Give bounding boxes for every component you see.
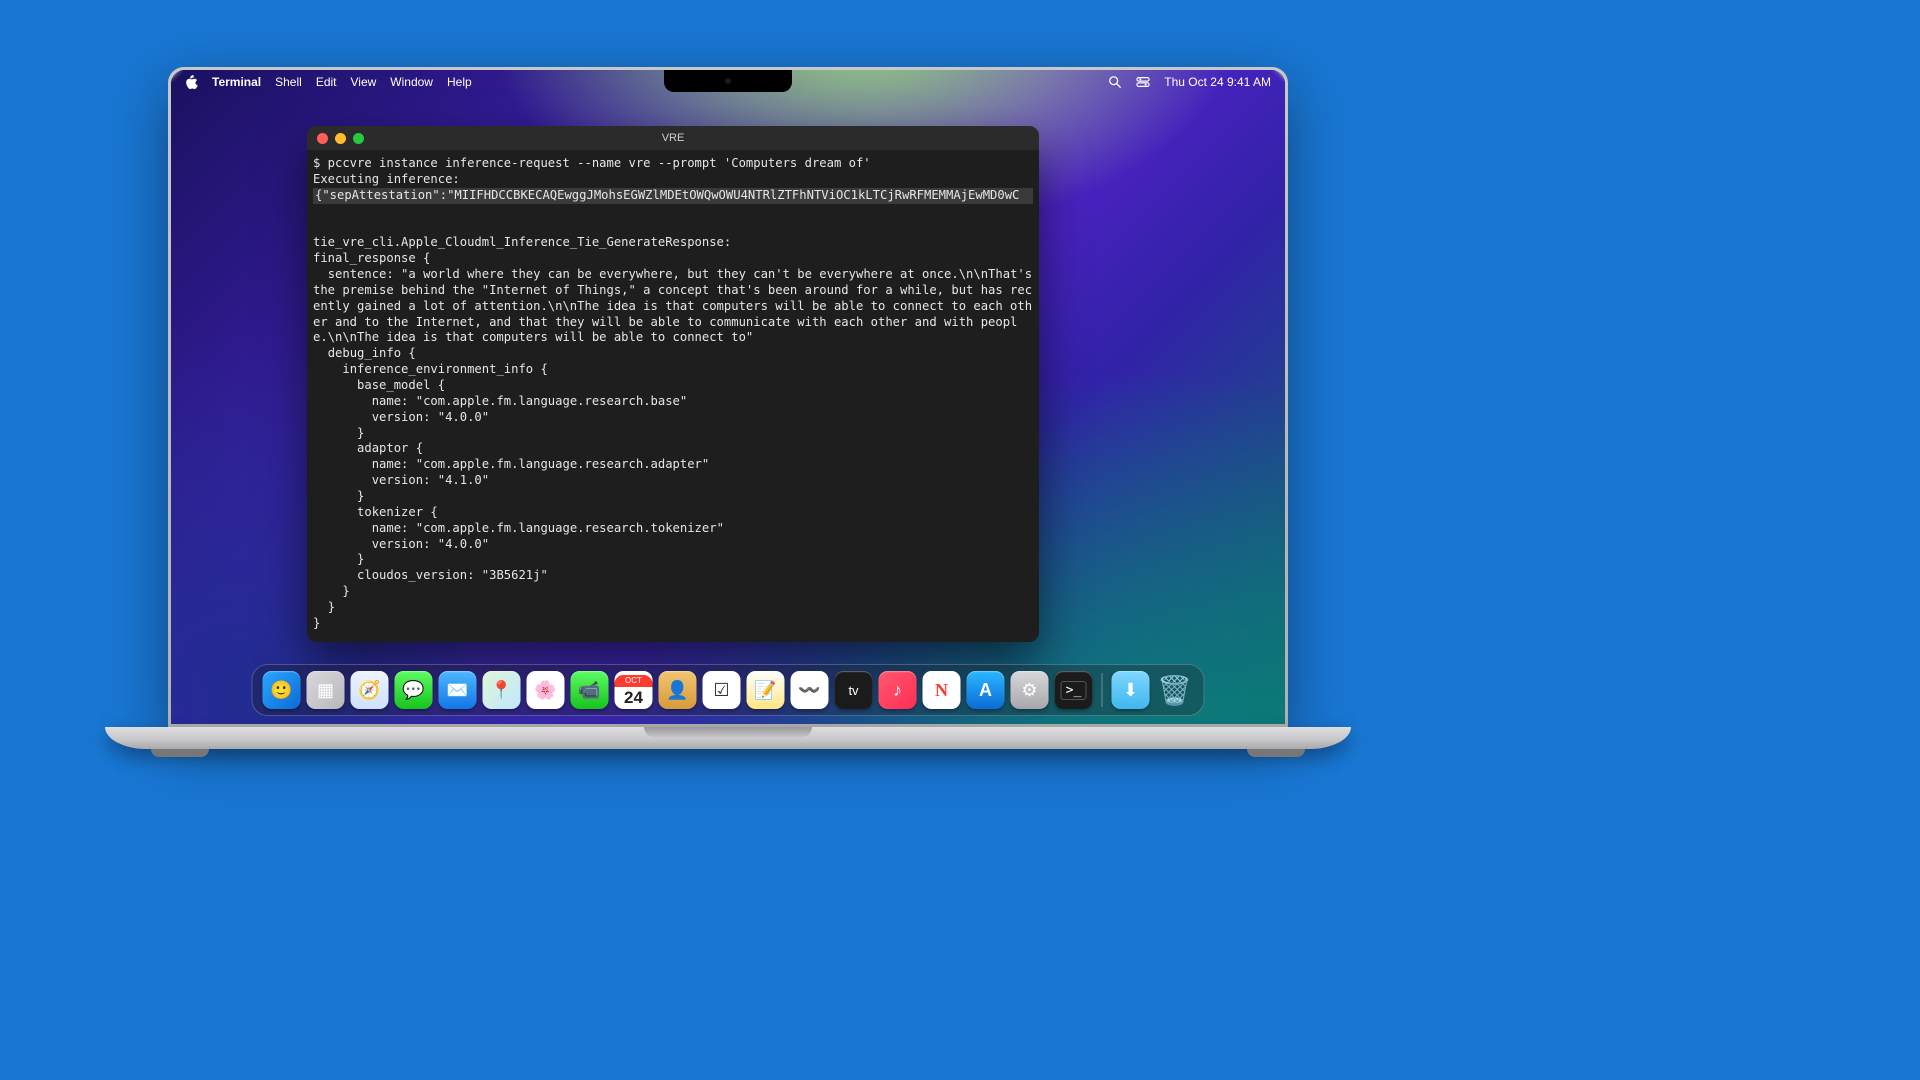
menubar-app-name[interactable]: Terminal — [212, 75, 261, 89]
dock-app-messages[interactable]: 💬 — [395, 671, 433, 709]
dock-app-tv[interactable]: tv — [835, 671, 873, 709]
terminal-cmd-line: $ pccvre instance inference-request --na… — [313, 156, 871, 170]
menubar-item-window[interactable]: Window — [390, 75, 433, 89]
terminal-body[interactable]: $ pccvre instance inference-request --na… — [307, 150, 1039, 642]
menubar-item-edit[interactable]: Edit — [316, 75, 337, 89]
control-center-icon[interactable] — [1136, 75, 1150, 89]
menubar-clock[interactable]: Thu Oct 24 9:41 AM — [1164, 75, 1271, 89]
dock-app-trash[interactable]: 🗑️ — [1156, 671, 1194, 709]
terminal-exec-line: Executing inference: — [313, 172, 460, 186]
dock-app-music[interactable]: ♪ — [879, 671, 917, 709]
screen-bezel: Terminal Shell Edit View Window Help Thu… — [168, 67, 1288, 727]
terminal-titlebar[interactable]: VRE — [307, 126, 1039, 150]
notch — [664, 70, 792, 92]
dock: 🙂▦🧭💬✉️📍🌸📹OCT24👤☑︎📝〰️tv♪NA⚙︎>_ ⬇︎🗑️ — [252, 664, 1205, 716]
terminal-attestation-line: {"sepAttestation":"MIIFHDCCBKECAQEwggJMo… — [313, 188, 1033, 204]
dock-app-freeform[interactable]: 〰️ — [791, 671, 829, 709]
spotlight-icon[interactable] — [1108, 75, 1122, 89]
terminal-tie-header: tie_vre_cli.Apple_Cloudml_Inference_Tie_… — [313, 235, 731, 249]
dock-app-reminders[interactable]: ☑︎ — [703, 671, 741, 709]
terminal-window[interactable]: VRE $ pccvre instance inference-request … — [307, 126, 1039, 642]
terminal-title: VRE — [307, 132, 1039, 144]
dock-app-facetime[interactable]: 📹 — [571, 671, 609, 709]
dock-app-mail[interactable]: ✉️ — [439, 671, 477, 709]
dock-separator — [1102, 673, 1103, 707]
laptop-base — [105, 727, 1351, 749]
dock-app-photos[interactable]: 🌸 — [527, 671, 565, 709]
dock-app-finder[interactable]: 🙂 — [263, 671, 301, 709]
menubar-item-view[interactable]: View — [351, 75, 377, 89]
dock-app-launchpad[interactable]: ▦ — [307, 671, 345, 709]
dock-app-terminal[interactable]: >_ — [1055, 671, 1093, 709]
terminal-response-body: final_response { sentence: "a world wher… — [313, 251, 1039, 630]
dock-app-safari[interactable]: 🧭 — [351, 671, 389, 709]
dock-app-news[interactable]: N — [923, 671, 961, 709]
dock-app-appstore[interactable]: A — [967, 671, 1005, 709]
dock-app-downloads[interactable]: ⬇︎ — [1112, 671, 1150, 709]
dock-app-contacts[interactable]: 👤 — [659, 671, 697, 709]
dock-app-calendar[interactable]: OCT24 — [615, 671, 653, 709]
screen: Terminal Shell Edit View Window Help Thu… — [171, 70, 1285, 724]
dock-app-maps[interactable]: 📍 — [483, 671, 521, 709]
window-minimize-button[interactable] — [335, 133, 346, 144]
apple-menu-icon[interactable] — [185, 75, 198, 90]
dock-app-notes[interactable]: 📝 — [747, 671, 785, 709]
dock-app-settings[interactable]: ⚙︎ — [1011, 671, 1049, 709]
menubar-item-shell[interactable]: Shell — [275, 75, 302, 89]
laptop-feet — [105, 747, 1351, 757]
window-zoom-button[interactable] — [353, 133, 364, 144]
laptop-frame: Terminal Shell Edit View Window Help Thu… — [168, 67, 1288, 749]
menubar-item-help[interactable]: Help — [447, 75, 472, 89]
window-close-button[interactable] — [317, 133, 328, 144]
